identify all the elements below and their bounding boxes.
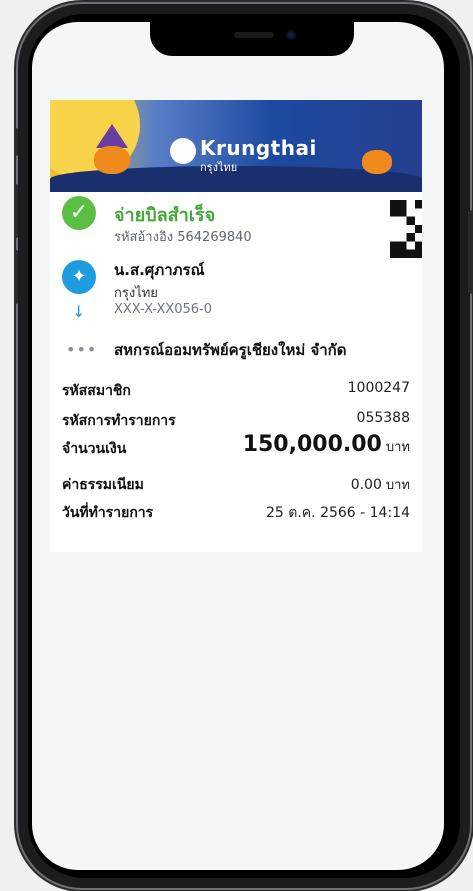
- krungthai-bird-icon: [170, 138, 196, 164]
- payer-name: น.ส.ศุภาภรณ์: [114, 261, 205, 279]
- transaction-date-label: วันที่ทำรายการ: [62, 505, 154, 521]
- transaction-id-value: 055388: [356, 410, 410, 426]
- qr-code-icon: [390, 200, 422, 258]
- bank-logo: Krungthai กรุงไทย: [170, 136, 317, 176]
- volume-down-button: [14, 250, 18, 304]
- status-title: จ่ายบิลสำเร็จ: [114, 205, 216, 226]
- amount: 150,000.00 บาท: [243, 432, 410, 457]
- fee-label: ค่าธรรมเนียม: [62, 477, 144, 493]
- payment-slip: Krungthai กรุงไทย ✓ จ่ายบิลสำเร็จ รหัสอ้…: [50, 100, 422, 552]
- pumpkin-illustration: [94, 146, 130, 174]
- bank-name: Krungthai: [200, 136, 317, 160]
- power-button: [468, 210, 472, 294]
- payee-name: สหกรณ์ออมทรัพย์ครูเชียงใหม่ จำกัด: [114, 341, 347, 359]
- notch: [150, 22, 354, 56]
- arrow-down-icon: ↓: [72, 302, 86, 321]
- speaker-grille: [234, 32, 274, 38]
- payer-account: XXX-X-XX056-0: [114, 302, 213, 317]
- payer-bank: กรุงไทย: [114, 286, 158, 301]
- krungthai-bank-icon: ✦: [62, 260, 96, 294]
- member-id-label: รหัสสมาชิก: [62, 383, 131, 399]
- transaction-id-label: รหัสการทำรายการ: [62, 413, 176, 429]
- more-dots-icon: •••: [66, 340, 98, 359]
- transaction-date-value: 25 ต.ค. 2566 - 14:14: [266, 505, 410, 521]
- amount-label: จำนวนเงิน: [62, 441, 127, 457]
- phone-screen: Krungthai กรุงไทย ✓ จ่ายบิลสำเร็จ รหัสอ้…: [32, 22, 444, 870]
- success-check-icon: ✓: [62, 196, 96, 230]
- member-id-value: 1000247: [347, 380, 410, 396]
- reference-number: รหัสอ้างอิง 564269840: [114, 230, 252, 245]
- bank-sub-name: กรุงไทย: [200, 161, 238, 174]
- fee-value: 0.00: [350, 477, 382, 493]
- pumpkin-illustration: [362, 150, 392, 174]
- amount-value: 150,000.00: [242, 432, 382, 457]
- volume-up-button: [14, 184, 18, 238]
- halloween-banner: Krungthai กรุงไทย: [50, 100, 422, 192]
- witch-hat-illustration: [96, 124, 128, 148]
- fee: 0.00 บาท: [351, 474, 410, 495]
- amount-unit: บาท: [385, 440, 410, 455]
- silent-switch: [14, 128, 18, 156]
- front-camera: [286, 30, 296, 40]
- fee-unit: บาท: [385, 478, 410, 493]
